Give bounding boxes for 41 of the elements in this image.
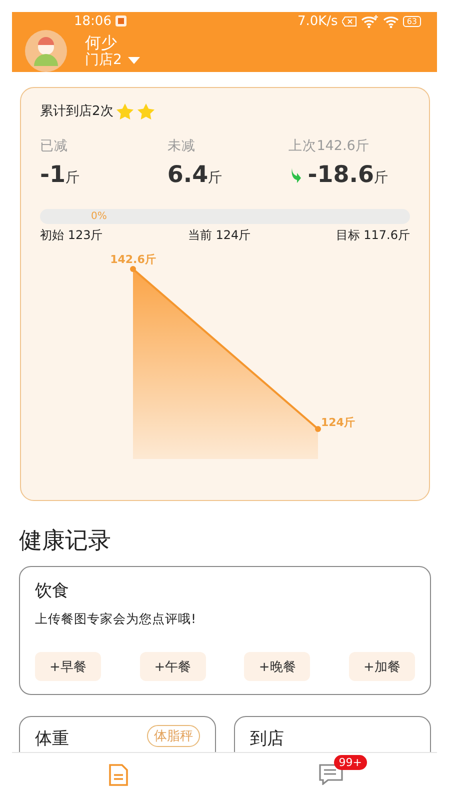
sim-icon (342, 16, 357, 26)
dropdown-caret-icon (128, 56, 140, 64)
card-title: 到店 (250, 728, 284, 750)
stat-label: 上次142.6斤 (288, 137, 370, 155)
card-title: 体重 (35, 728, 69, 750)
document-icon (108, 764, 129, 786)
add-meal-button[interactable]: +加餐 (348, 652, 415, 681)
weight-label: 124斤 (321, 416, 355, 429)
unread-badge: 99+ (334, 755, 367, 770)
stat-label: 已减 (40, 137, 69, 155)
weight-label: 当前 124斤 (188, 227, 251, 244)
avatar-icon (25, 30, 67, 72)
stat-unit: 斤 (374, 169, 388, 187)
stat-value: 6.4 (167, 162, 208, 188)
add-meal-button[interactable]: +早餐 (35, 652, 101, 681)
wifi-icon (382, 14, 399, 28)
add-meal-button[interactable]: +午餐 (140, 652, 206, 681)
battery-level: 63 (402, 16, 421, 26)
network-speed: 7.0K/s (297, 14, 338, 28)
add-meal-button[interactable]: +晚餐 (244, 652, 310, 681)
weight-label: 142.6斤 (110, 253, 156, 266)
status-time: 18:06 (74, 14, 112, 28)
stat-value: -18.6 (308, 162, 374, 188)
messages-tab[interactable]: 99+ (288, 753, 373, 800)
section-title: 健康记录 (19, 527, 112, 556)
star-icon (116, 102, 134, 120)
stat-value: -1 (40, 162, 66, 188)
card-title: 饮食 (35, 580, 70, 602)
star-icon (137, 102, 156, 120)
visit-count: 累计到店2次 (40, 103, 114, 120)
stat-unit: 斤 (66, 169, 80, 187)
weight-label: 目标 117.6斤 (336, 227, 410, 244)
stat-label: 未减 (167, 137, 196, 155)
weight-label: 初始 123斤 (40, 227, 103, 244)
card-hint: 上传餐图专家会为您点评哦! (35, 611, 198, 628)
user-name: 何少 (85, 34, 118, 52)
stat-unit: 斤 (208, 169, 222, 187)
notification-icon (115, 15, 128, 27)
device-tag: 体脂秤 (147, 725, 200, 747)
progress-percent: 0% (91, 210, 107, 224)
wifi-icon (360, 14, 379, 28)
